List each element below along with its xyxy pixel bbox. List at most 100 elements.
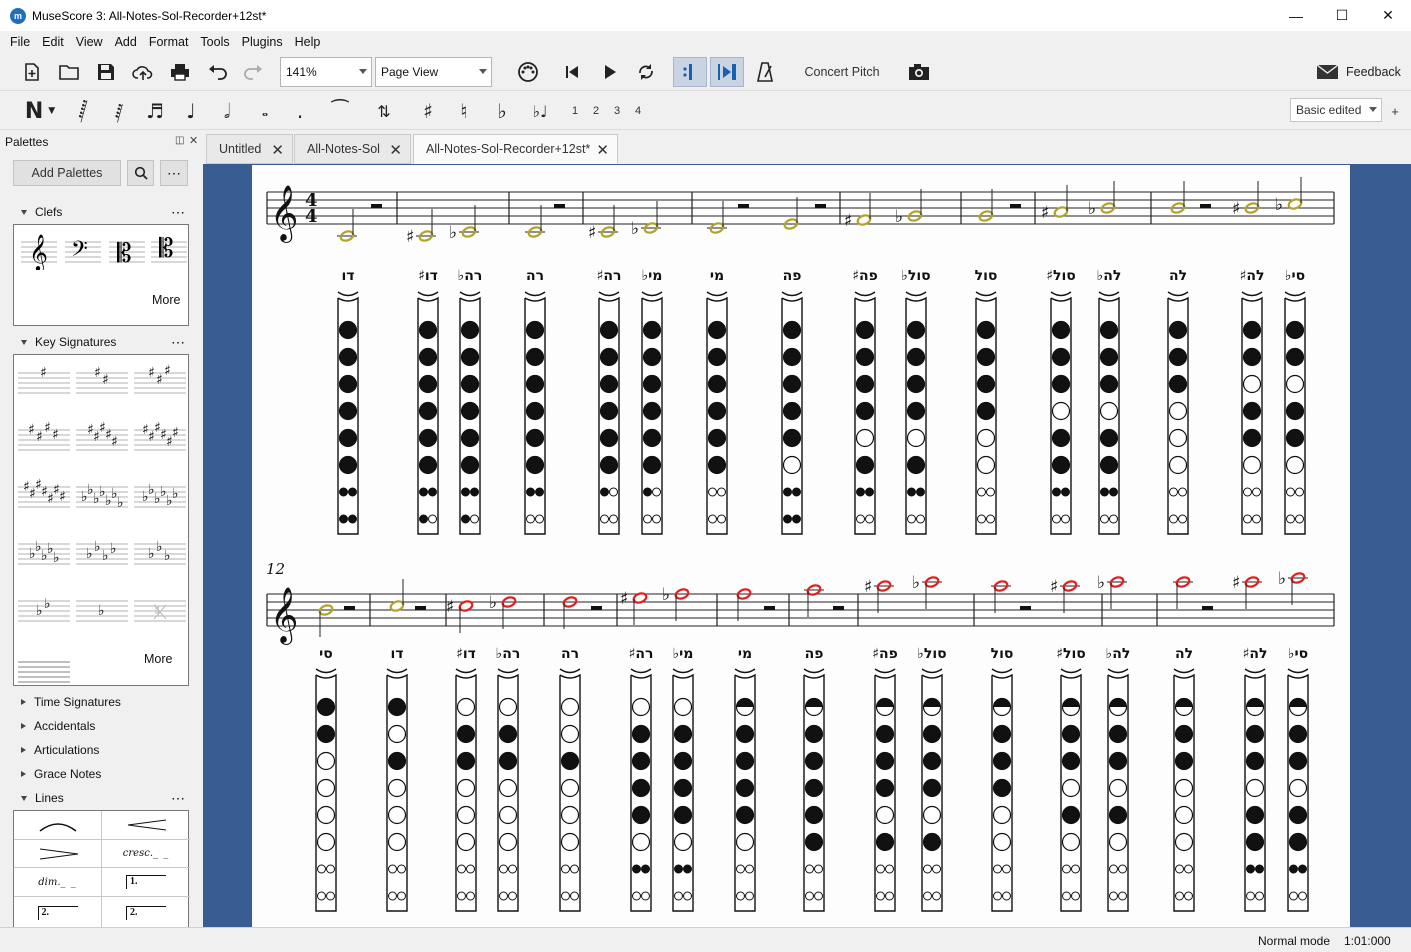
image-capture-button[interactable]: [904, 57, 934, 87]
tie-button[interactable]: ⁀: [326, 96, 354, 126]
key-signature-cell[interactable]: ♯ ♯♯ ♯ ♯♯ ♯: [16, 471, 72, 521]
key-signature-cell[interactable]: ♭ ♭♭ ♭♭: [16, 528, 72, 578]
palettes-menu-button[interactable]: ⋯: [160, 160, 188, 186]
bass-clef-cell[interactable]: 𝄢: [62, 229, 104, 271]
clefs-more-button[interactable]: More: [152, 293, 180, 307]
key-signature-cell[interactable]: ♯ ♯: [74, 357, 130, 407]
print-button[interactable]: [165, 57, 195, 87]
voice-4-button[interactable]: 4: [629, 96, 647, 126]
flat-button[interactable]: ♭: [490, 96, 514, 126]
sharp-button[interactable]: ♯: [416, 96, 440, 126]
redo-button[interactable]: [239, 57, 269, 87]
play-repeats-button[interactable]: [673, 57, 707, 87]
duration-quarter-button[interactable]: ♩: [178, 96, 204, 126]
key-signature-cell[interactable]: ♭: [74, 585, 130, 635]
key-signature-cell[interactable]: ♯ ♯♯ ♯ ♯♯: [132, 414, 188, 464]
key-signature-cell[interactable]: [16, 642, 72, 692]
search-palettes-button[interactable]: [127, 160, 154, 186]
close-icon[interactable]: ✕: [389, 141, 402, 159]
augmentation-dot-button[interactable]: .: [290, 96, 310, 126]
maximize-button[interactable]: ☐: [1319, 0, 1365, 31]
flip-direction-button[interactable]: ⇅: [370, 96, 398, 126]
more-dots-icon[interactable]: ⋯: [171, 204, 186, 221]
rewind-button[interactable]: [557, 57, 587, 87]
new-score-button[interactable]: [17, 57, 47, 87]
menu-file[interactable]: File: [4, 35, 36, 49]
close-icon[interactable]: ✕: [271, 141, 284, 159]
menu-help[interactable]: Help: [289, 35, 327, 49]
concert-pitch-button[interactable]: Concert Pitch: [800, 57, 884, 87]
save-button[interactable]: [91, 57, 121, 87]
menu-edit[interactable]: Edit: [36, 35, 70, 49]
add-palettes-button[interactable]: Add Palettes: [13, 160, 121, 186]
voice-3-button[interactable]: 3: [608, 96, 626, 126]
voice-1-button[interactable]: 1: [566, 96, 584, 126]
voice-2-button[interactable]: 2: [587, 96, 605, 126]
open-button[interactable]: [54, 57, 84, 87]
close-icon[interactable]: ✕: [596, 141, 609, 159]
zoom-combo[interactable]: 141%: [280, 57, 372, 87]
flip-enharmonic-button[interactable]: ♭♩: [526, 96, 554, 126]
tab-all-notes-sol-recorder[interactable]: All-Notes-Sol-Recorder+12st* ✕: [413, 134, 618, 164]
volta-2-closed-cell[interactable]: 2.: [102, 897, 190, 928]
midi-input-button[interactable]: [513, 57, 543, 87]
dim-line-cell[interactable]: dim. _ _: [14, 868, 101, 896]
tenor-clef-cell[interactable]: 𝄡: [148, 229, 190, 271]
duration-16th-button[interactable]: ♬: [142, 96, 168, 126]
natural-button[interactable]: ♮: [452, 96, 476, 126]
menu-view[interactable]: View: [70, 35, 109, 49]
alto-clef-cell[interactable]: 𝄡: [106, 229, 148, 271]
key-signature-cell[interactable]: ♭ ♭♭ ♭♭ ♭♭: [74, 471, 130, 521]
metronome-button[interactable]: [750, 57, 780, 87]
key-signatures-section-header[interactable]: Key Signatures ⋯: [0, 331, 203, 353]
key-signatures-more-button[interactable]: More: [144, 652, 172, 666]
score-canvas[interactable]: 𝄞 4 4 ♯ ♭ ♯ ♭ ♯ ♭ ♯ ♭ ♯ ♭ דו דו♯ רה♭ רה רה♯ מי♭ מי פה פה♯ סול♭…: [203, 164, 1411, 927]
view-mode-select[interactable]: Page View: [375, 57, 492, 87]
key-signature-cell[interactable]: ♯ ♯♯: [132, 357, 188, 407]
menu-add[interactable]: Add: [109, 35, 143, 49]
menu-plugins[interactable]: Plugins: [236, 35, 289, 49]
key-signature-cell[interactable]: ♭ ♭: [16, 585, 72, 635]
key-signature-cell[interactable]: ♯ ♯♯ ♯ ♯: [74, 414, 130, 464]
grace-notes-section-header[interactable]: Grace Notes: [0, 763, 203, 785]
tab-all-notes-sol[interactable]: All-Notes-Sol ✕: [294, 134, 411, 164]
cresc-line-cell[interactable]: cresc. _ _: [102, 840, 190, 867]
note-input-button[interactable]: N ▼: [18, 96, 62, 126]
loop-button[interactable]: [631, 57, 661, 87]
slur-cell[interactable]: [14, 811, 101, 839]
key-signature-cell[interactable]: ♭ ♭♭: [132, 528, 188, 578]
accidentals-section-header[interactable]: Accidentals: [0, 715, 203, 737]
add-workspace-button[interactable]: +: [1388, 96, 1402, 126]
duration-32nd-button[interactable]: 𝅁: [106, 96, 132, 126]
articulations-section-header[interactable]: Articulations: [0, 739, 203, 761]
key-signature-cell[interactable]: ♭ ♭♭ ♭♭ ♭: [132, 471, 188, 521]
play-button[interactable]: [594, 57, 624, 87]
decrescendo-hairpin-cell[interactable]: [14, 840, 101, 867]
volta-1-cell[interactable]: 1.: [102, 868, 190, 896]
menu-tools[interactable]: Tools: [194, 35, 235, 49]
float-panel-icon[interactable]: ◫: [175, 135, 184, 146]
key-signature-cell[interactable]: ♯ ♯♯ ♯: [16, 414, 72, 464]
clefs-section-header[interactable]: Clefs ⋯: [0, 201, 203, 223]
key-signature-cell[interactable]: ♮: [132, 585, 188, 635]
key-signature-cell[interactable]: ♭ ♭♭ ♭: [74, 528, 130, 578]
crescendo-hairpin-cell[interactable]: [102, 811, 190, 839]
pan-score-button[interactable]: [710, 57, 744, 87]
close-window-button[interactable]: ✕: [1365, 0, 1411, 31]
duration-64th-button[interactable]: 𝅂: [70, 96, 96, 126]
duration-half-button[interactable]: 𝅗𝅥: [214, 96, 240, 126]
workspace-select[interactable]: Basic edited: [1290, 98, 1382, 122]
tab-untitled[interactable]: Untitled ✕: [206, 134, 293, 164]
upload-button[interactable]: [128, 57, 158, 87]
key-signature-cell[interactable]: ♯: [16, 357, 72, 407]
lines-section-header[interactable]: Lines ⋯: [0, 787, 203, 809]
score-page[interactable]: 𝄞 4 4 ♯ ♭ ♯ ♭ ♯ ♭ ♯ ♭ ♯ ♭ דו דו♯ רה♭ רה רה♯ מי♭ מי פה פה♯ סול♭…: [252, 165, 1350, 927]
time-signatures-section-header[interactable]: Time Signatures: [0, 691, 203, 713]
volta-2-open-cell[interactable]: 2.: [14, 897, 101, 928]
more-dots-icon[interactable]: ⋯: [171, 334, 186, 351]
treble-clef-cell[interactable]: 𝄞: [18, 229, 60, 271]
menu-format[interactable]: Format: [143, 35, 195, 49]
minimize-button[interactable]: —: [1273, 0, 1319, 31]
feedback-button[interactable]: Feedback: [1316, 57, 1406, 87]
more-dots-icon[interactable]: ⋯: [171, 790, 186, 807]
